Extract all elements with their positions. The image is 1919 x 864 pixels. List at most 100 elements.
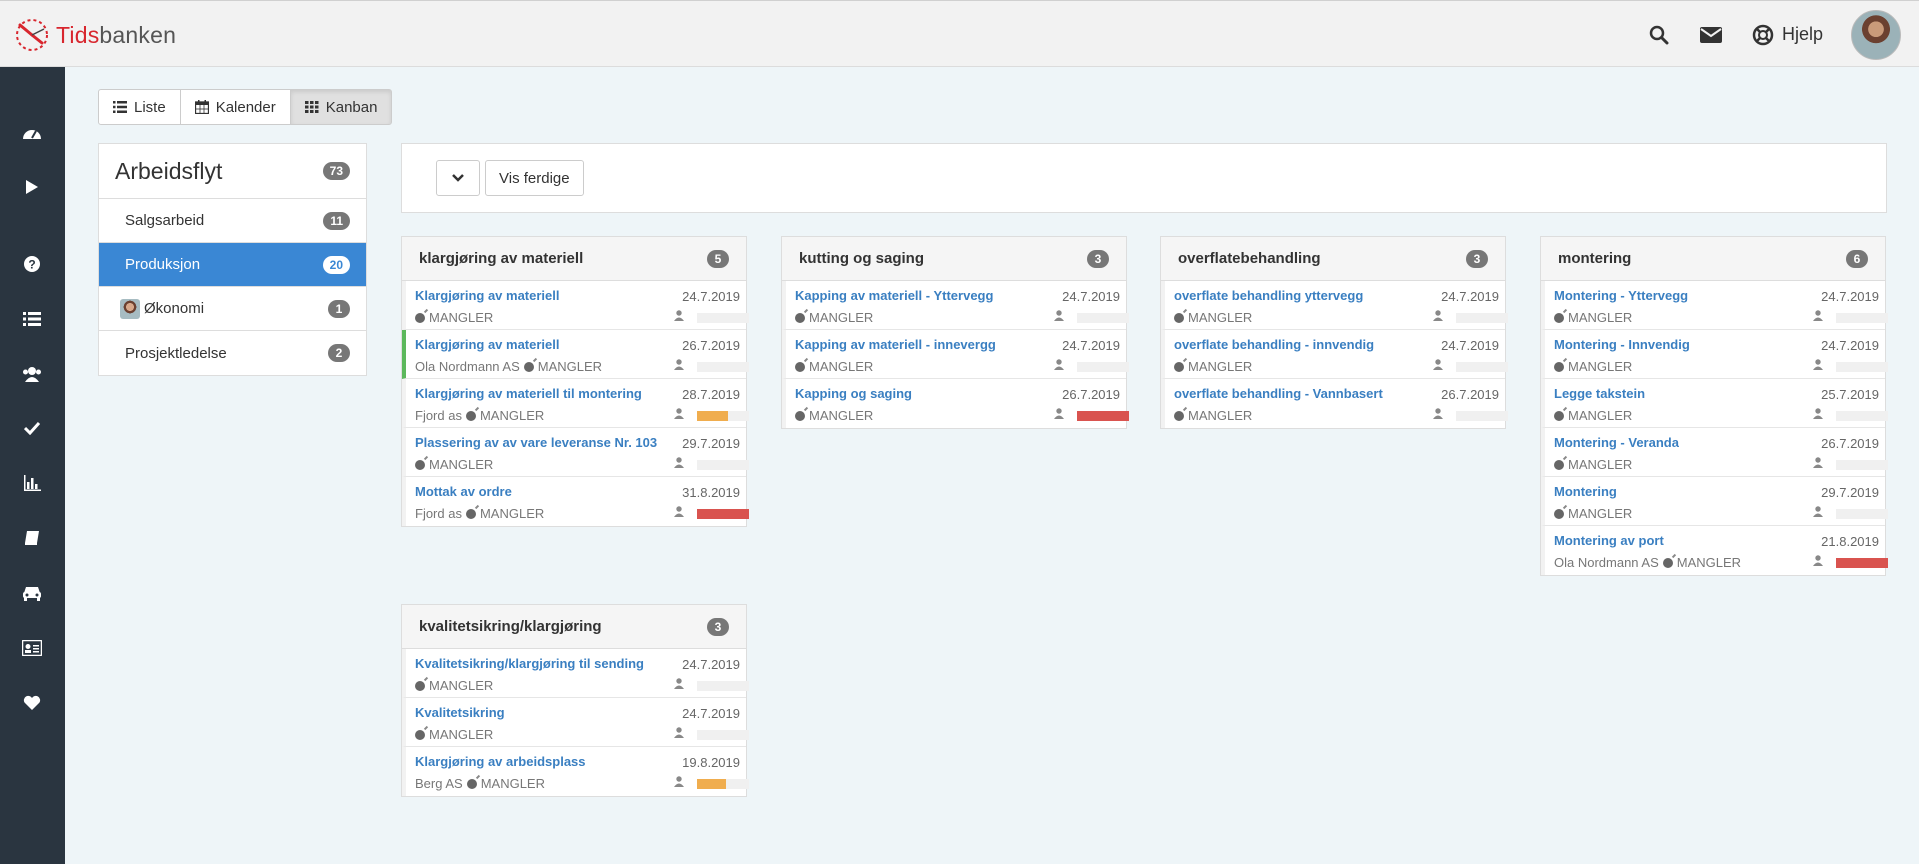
bomb-icon (1554, 459, 1564, 470)
user-icon[interactable] (674, 310, 684, 321)
car-icon[interactable] (22, 583, 42, 603)
card-title-link[interactable]: Kvalitetsikring/klargjøring til sending (415, 656, 644, 671)
kanban-card[interactable]: Montering - Yttervegg 24.7.2019 MANGLER (1541, 281, 1888, 330)
user-icon[interactable] (674, 359, 684, 370)
card-title-link[interactable]: Kapping av materiell - Yttervegg (795, 288, 993, 303)
card-customer: Ola Nordmann AS (1554, 555, 1659, 570)
card-title-link[interactable]: overflate behandling - Vannbasert (1174, 386, 1383, 401)
workflow-item-salgsarbeid[interactable]: Salgsarbeid 11 (99, 199, 366, 243)
question-icon[interactable]: ? (22, 254, 42, 274)
kanban-column-title: kvalitetsikring/klargjøring (419, 618, 602, 635)
card-title-link[interactable]: overflate behandling - innvendig (1174, 337, 1374, 352)
card-title-link[interactable]: overflate behandling yttervegg (1174, 288, 1363, 303)
card-title-link[interactable]: Kvalitetsikring (415, 705, 505, 720)
heart-icon[interactable] (22, 693, 42, 713)
kanban-card[interactable]: Montering av port 21.8.2019 Ola Nordmann A… (1541, 526, 1888, 575)
card-progress-bar (697, 509, 749, 519)
play-icon[interactable] (22, 177, 42, 197)
view-calendar-button[interactable]: Kalender (179, 89, 291, 125)
help-button[interactable]: Hjelp (1752, 24, 1823, 46)
card-title-link[interactable]: Klargjøring av materiell (415, 337, 560, 352)
workflow-item-produksjon[interactable]: Produksjon 20 (99, 243, 366, 287)
kanban-card[interactable]: overflate behandling - Vannbasert 26.7.20… (1161, 379, 1508, 428)
kanban-card[interactable]: Plassering av av vare leveranse Nr. 103 2… (402, 428, 749, 477)
kanban-card[interactable]: Kapping av materiell - innevergg 24.7.201… (782, 330, 1129, 379)
user-avatar[interactable] (1851, 9, 1901, 60)
user-icon[interactable] (1054, 359, 1064, 370)
card-progress-bar (1456, 362, 1508, 372)
user-icon[interactable] (674, 506, 684, 517)
workflow-item-prosjektledelse[interactable]: Prosjektledelse 2 (99, 331, 366, 375)
book-icon[interactable] (22, 528, 42, 548)
user-icon[interactable] (1054, 408, 1064, 419)
card-progress-bar (1077, 362, 1129, 372)
list-icon[interactable] (22, 309, 42, 329)
card-title-link[interactable]: Plassering av av vare leveranse Nr. 103 (415, 435, 657, 450)
card-title-link[interactable]: Klargjøring av materiell til montering (415, 386, 642, 401)
card-title-link[interactable]: Klargjøring av materiell (415, 288, 560, 303)
kanban-card[interactable]: Klargjøring av materiell til montering 28… (402, 379, 749, 428)
kanban-card[interactable]: overflate behandling yttervegg 24.7.2019 M… (1161, 281, 1508, 330)
user-icon[interactable] (674, 408, 684, 419)
kanban-card[interactable]: Klargjøring av materiell 24.7.2019 MANGLER (402, 281, 749, 330)
kanban-card[interactable]: Klargjøring av materiell 26.7.2019 Ola Nor… (402, 330, 749, 379)
kanban-card[interactable]: Kapping av materiell - Yttervegg 24.7.201… (782, 281, 1129, 330)
card-title-link[interactable]: Legge takstein (1554, 386, 1645, 401)
view-list-button[interactable]: Liste (98, 89, 181, 125)
card-title-link[interactable]: Kapping av materiell - innevergg (795, 337, 996, 352)
card-title-link[interactable]: Mottak av ordre (415, 484, 512, 499)
check-icon[interactable] (22, 418, 42, 438)
user-icon[interactable] (1433, 359, 1443, 370)
envelope-icon[interactable] (1699, 24, 1722, 46)
user-icon[interactable] (1813, 555, 1823, 566)
user-icon[interactable] (1054, 310, 1064, 321)
kanban-card[interactable]: Kvalitetsikring/klargjøring til sending 2… (402, 649, 749, 698)
kanban-card[interactable]: Montering - Innvendig 24.7.2019 MANGLER (1541, 330, 1888, 379)
kanban-card[interactable]: Montering - Veranda 26.7.2019 MANGLER (1541, 428, 1888, 477)
expand-filter-button[interactable] (436, 160, 480, 196)
card-title-link[interactable]: Montering - Innvendig (1554, 337, 1690, 352)
user-icon[interactable] (1813, 310, 1823, 321)
kanban-card[interactable]: Mottak av ordre 31.8.2019 Fjord as MANGLER (402, 477, 749, 526)
card-title-link[interactable]: Klargjøring av arbeidsplass (415, 754, 586, 769)
workflow-item-badge: 11 (323, 211, 350, 230)
user-icon[interactable] (674, 776, 684, 787)
card-title-link[interactable]: Montering - Veranda (1554, 435, 1679, 450)
brand-logo[interactable]: Tidsbanken (14, 17, 176, 53)
user-icon[interactable] (674, 457, 684, 468)
view-kanban-button[interactable]: Kanban (289, 89, 393, 125)
user-icon[interactable] (1433, 408, 1443, 419)
kanban-card[interactable]: overflate behandling - innvendig 24.7.201… (1161, 330, 1508, 379)
bar-chart-icon[interactable] (22, 473, 42, 493)
card-title-link[interactable]: Montering av port (1554, 533, 1664, 548)
card-progress-fill (697, 779, 726, 789)
user-icon[interactable] (674, 678, 684, 689)
workflow-item-okonomi[interactable]: Økonomi 1 (99, 287, 366, 331)
card-subtitle: Fjord as MANGLER (415, 408, 544, 423)
card-title-link[interactable]: Kapping og saging (795, 386, 912, 401)
user-icon[interactable] (1813, 408, 1823, 419)
user-icon[interactable] (674, 727, 684, 738)
kanban-card[interactable]: Montering 29.7.2019 MANGLER (1541, 477, 1888, 526)
kanban-card[interactable]: Kapping og saging 26.7.2019 MANGLER (782, 379, 1129, 428)
user-icon[interactable] (1813, 359, 1823, 370)
id-card-icon[interactable] (22, 638, 42, 658)
dashboard-icon[interactable] (22, 123, 42, 143)
kanban-card[interactable]: Kvalitetsikring 24.7.2019 MANGLER (402, 698, 749, 747)
users-icon[interactable] (22, 364, 42, 384)
card-tag: MANGLER (809, 310, 874, 325)
kanban-card[interactable]: Legge takstein 25.7.2019 MANGLER (1541, 379, 1888, 428)
show-done-button[interactable]: Vis ferdige (485, 160, 584, 196)
search-icon[interactable] (1648, 24, 1670, 46)
chevron-down-icon (452, 174, 464, 182)
card-title-link[interactable]: Montering (1554, 484, 1617, 499)
card-subtitle: MANGLER (1554, 506, 1632, 521)
card-title-link[interactable]: Montering - Yttervegg (1554, 288, 1688, 303)
card-progress-fill (1836, 558, 1888, 568)
user-icon[interactable] (1433, 310, 1443, 321)
user-icon[interactable] (1813, 506, 1823, 517)
card-subtitle: MANGLER (1554, 310, 1632, 325)
user-icon[interactable] (1813, 457, 1823, 468)
kanban-card[interactable]: Klargjøring av arbeidsplass 19.8.2019 Berg… (402, 747, 749, 796)
workflow-item-label: Prosjektledelse (125, 344, 227, 362)
